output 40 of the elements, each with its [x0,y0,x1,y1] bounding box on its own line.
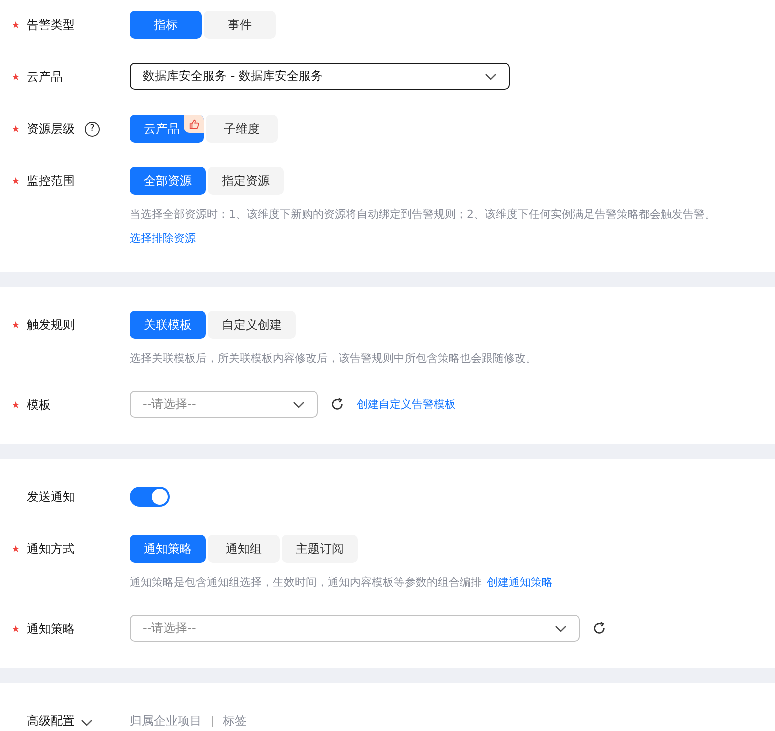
segment-option[interactable]: 云产品 [130,115,204,143]
field-label: 资源层级 [27,120,75,138]
segment-option[interactable]: 指定资源 [208,167,284,195]
help-icon[interactable]: ? [85,122,100,136]
segment-option[interactable]: 自定义创建 [208,311,296,339]
segment-option[interactable]: 指标 [130,11,202,39]
refresh-icon[interactable] [330,397,345,412]
chevron-icon [293,400,305,408]
dropdown-field[interactable]: --请选择-- [130,615,580,642]
create-link[interactable]: 创建通知策略 [487,576,554,589]
field-label: 云产品 [27,68,63,86]
exclude-link[interactable]: 选择排除资源 [130,231,196,247]
field-label: 通知方式 [27,540,75,558]
refresh-icon[interactable] [592,621,607,636]
dropdown-field[interactable]: 数据库安全服务 - 数据库安全服务 [130,63,510,90]
toggle-switch[interactable] [130,487,170,507]
field-label: 发送通知 [27,488,75,506]
hint-text: 选择关联模板后，所关联模板内容修改后，该告警规则中所包含策略也会跟随修改。 [130,352,537,365]
hint-text: 当选择全部资源时：1、该维度下新购的资源将自动绑定到告警规则；2、该维度下任何实例满足告警策略都会触发告警。 [130,208,716,221]
advanced-toggle[interactable]: 高级配置 [27,713,75,730]
field-label: 告警类型 [27,16,75,34]
segment-option[interactable]: 通知策略 [130,535,206,563]
advanced-item: 归属企业项目 [130,713,202,730]
segment-option[interactable]: 事件 [204,11,276,39]
field-label: 通知策略 [27,620,75,638]
hint-text: 通知策略是包含通知组选择，生效时间，通知内容模板等参数的组合编排 [130,576,482,589]
segment-option[interactable]: 全部资源 [130,167,206,195]
segment-option[interactable]: 子维度 [206,115,278,143]
segment-option[interactable]: 通知组 [208,535,280,563]
advanced-item: 标签 [223,713,247,730]
field-label: 触发规则 [27,316,75,334]
field-label: 监控范围 [27,172,75,190]
chevron-icon [485,72,497,80]
chevron-icon [555,624,567,632]
segment-option[interactable]: 主题订阅 [282,535,358,563]
segment-option[interactable]: 关联模板 [130,311,206,339]
chevron-icon [81,719,93,727]
dropdown-field[interactable]: --请选择-- [130,391,318,418]
create-template-link[interactable]: 创建自定义告警模板 [357,396,456,412]
field-label: 模板 [27,396,51,414]
